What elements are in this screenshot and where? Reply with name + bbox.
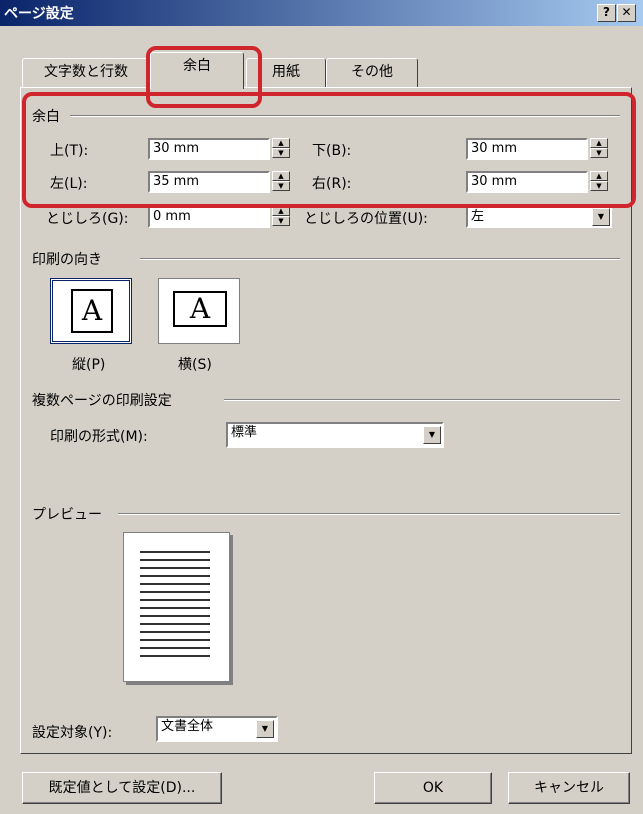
gutter-label: とじしろ(G): (46, 211, 129, 227)
page-preview (123, 532, 230, 682)
chevron-down-icon[interactable]: ▼ (592, 208, 610, 226)
tab-other[interactable]: その他 (326, 58, 418, 87)
orientation-group-label: 印刷の向き (32, 249, 108, 269)
preview-divider (118, 513, 620, 515)
apply-to-label: 設定対象(Y): (32, 725, 113, 741)
landscape-label: 横(S) (178, 357, 212, 373)
portrait-page-icon: A (71, 289, 113, 333)
print-format-label: 印刷の形式(M): (50, 429, 148, 445)
help-button[interactable]: ? (597, 4, 616, 22)
chevron-down-icon[interactable]: ▼ (423, 426, 441, 444)
tab-margins[interactable]: 余白 (150, 52, 244, 89)
orientation-divider (140, 258, 620, 260)
apply-to-value: 文書全体 (161, 719, 214, 734)
window-title: ページ設定 (4, 6, 74, 22)
print-format-select[interactable]: 標準 (226, 422, 444, 448)
gutter-position-label: とじしろの位置(U): (304, 211, 428, 227)
close-button[interactable]: ✕ (617, 4, 636, 22)
gutter-position-select[interactable]: 左 (466, 206, 612, 228)
portrait-button[interactable]: A (50, 278, 132, 344)
preview-group-label: プレビュー (32, 504, 108, 524)
landscape-page-icon: A (173, 291, 227, 327)
cancel-button[interactable]: キャンセル (508, 772, 630, 804)
print-format-value: 標準 (231, 425, 258, 440)
landscape-button[interactable]: A (158, 278, 240, 344)
portrait-label: 縦(P) (72, 357, 106, 373)
gutter-input[interactable]: 0 mm (148, 206, 270, 228)
chevron-down-icon[interactable]: ▼ (256, 720, 274, 738)
multipage-divider (224, 399, 620, 401)
title-bar: ページ設定 ? ✕ (0, 0, 643, 26)
tab-chars-lines[interactable]: 文字数と行数 (22, 58, 150, 87)
ok-button[interactable]: OK (374, 772, 492, 804)
margins-highlight-annotation (22, 92, 636, 208)
multipage-group-label: 複数ページの印刷設定 (32, 390, 178, 410)
gutter-spinner[interactable]: ▲ ▼ (272, 206, 290, 228)
gutter-position-value: 左 (471, 209, 485, 224)
set-default-button[interactable]: 既定値として設定(D)... (22, 772, 222, 804)
